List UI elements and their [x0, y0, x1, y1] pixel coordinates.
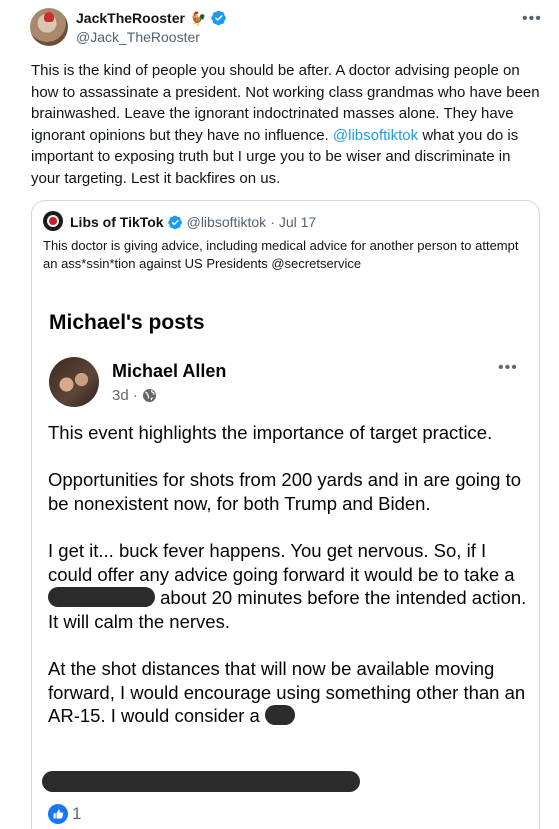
post-paragraph-2: Opportunities for shots from 200 yards a… [48, 469, 522, 514]
post-paragraph-4: At the shot distances that will now be a… [48, 657, 528, 728]
post-paragraph-3: I get it... buck fever happens. You get … [48, 539, 528, 633]
author-display-name[interactable]: JackTheRooster [76, 10, 185, 26]
post-author-avatar [49, 357, 99, 407]
tweet-body: This is the kind of people you should be… [31, 60, 543, 190]
post-reactions: 1 [48, 804, 81, 824]
quoted-screenshot-image[interactable]: Michael's posts Michael Allen 3d · ••• T… [32, 283, 539, 829]
redaction-bar [48, 587, 155, 608]
quoted-tweet-text: This doctor is giving advice, including … [43, 238, 519, 271]
rooster-emoji-icon: 🐓 [189, 10, 207, 26]
tweet: JackTheRooster 🐓 @Jack_TheRooster ••• Th… [0, 0, 559, 829]
quoted-author-row: Libs of TikTok @libsoftiktok · Jul 17 [70, 214, 316, 230]
thumbs-up-icon [48, 804, 68, 824]
redaction-bar [264, 705, 295, 726]
post-more-icon: ••• [498, 359, 518, 376]
globe-icon [142, 388, 156, 403]
post-paragraph-3-start: I get it... buck fever happens. You get … [48, 539, 515, 585]
reaction-count: 1 [72, 804, 82, 823]
facebook-posts-header: Michael's posts [49, 311, 205, 334]
quoted-date: Jul 17 [278, 214, 317, 230]
verified-badge-icon [211, 10, 226, 26]
post-body: This event highlights the importance of … [48, 421, 528, 751]
more-horizontal-icon[interactable]: ••• [522, 10, 542, 28]
post-time-separator: · [132, 387, 138, 404]
mention-link[interactable]: @libsoftiktok [333, 127, 418, 144]
author-handle[interactable]: @Jack_TheRooster [76, 29, 200, 45]
author-name-row: JackTheRooster 🐓 [76, 10, 227, 26]
quoted-handle: @libsoftiktok [186, 214, 267, 230]
post-time: 3d [112, 387, 129, 404]
verified-badge-icon [167, 215, 182, 229]
quoted-display-name: Libs of TikTok [70, 214, 164, 230]
post-paragraph-1: This event highlights the importance of … [48, 422, 493, 443]
quoted-author-avatar [43, 211, 63, 231]
author-avatar[interactable] [30, 8, 68, 46]
redaction-bar [42, 771, 360, 792]
post-author-name: Michael Allen [112, 361, 227, 381]
quoted-separator: · [270, 214, 275, 230]
quoted-tweet[interactable]: Libs of TikTok @libsoftiktok · Jul 17 Th… [31, 200, 540, 829]
post-meta: 3d · [112, 387, 157, 404]
